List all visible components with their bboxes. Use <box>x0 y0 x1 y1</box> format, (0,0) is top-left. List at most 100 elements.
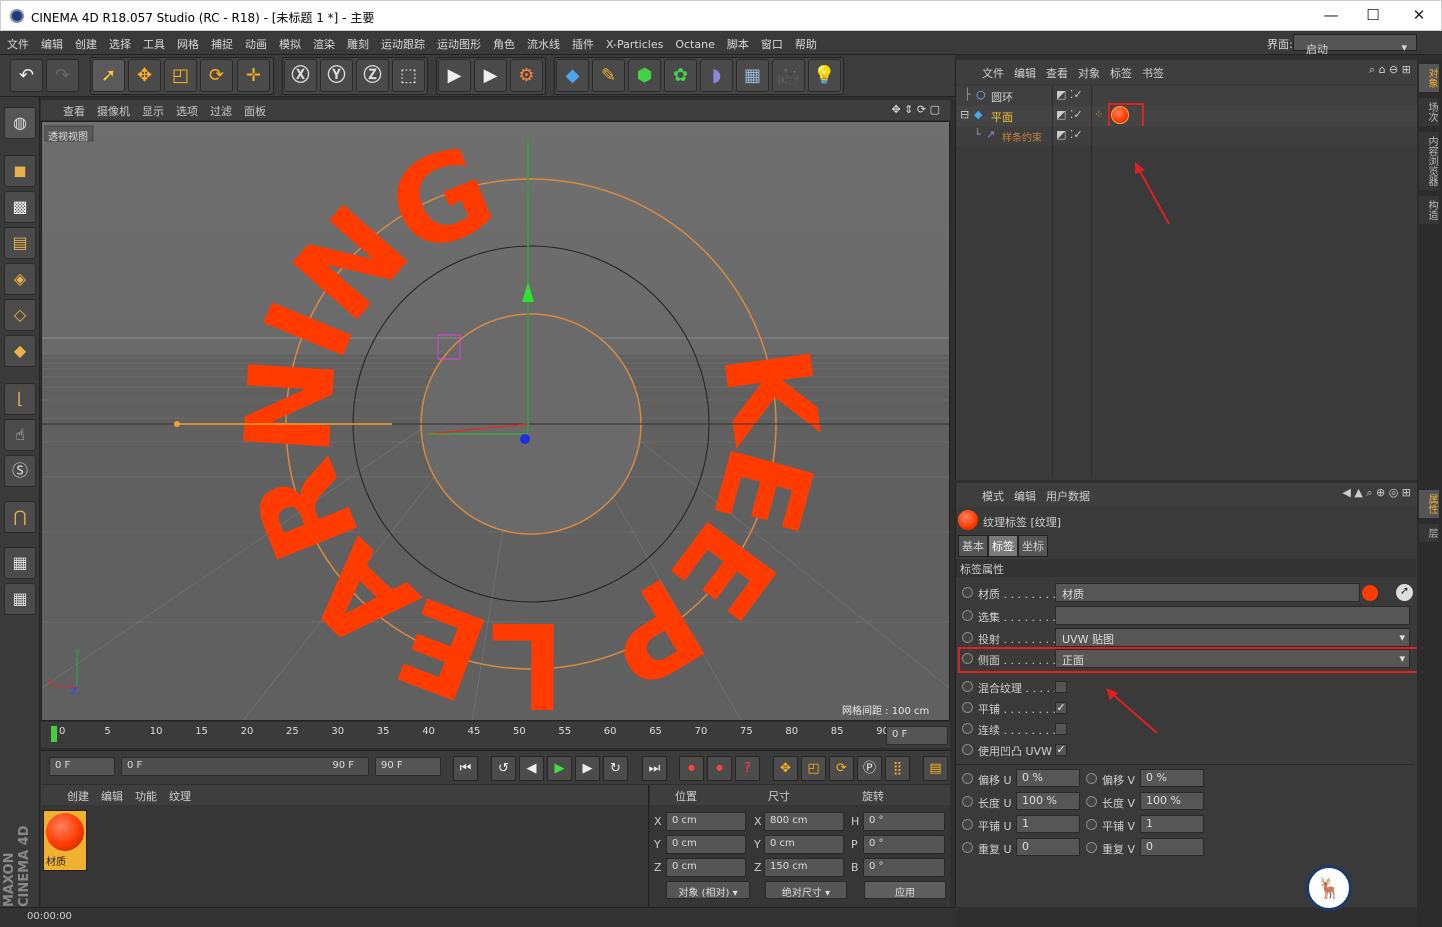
anim-dot[interactable] <box>962 796 973 807</box>
menu-octane[interactable]: Octane <box>668 33 720 51</box>
live-select-button[interactable]: ✛ <box>237 59 270 92</box>
tab-basic[interactable]: 基本 <box>958 535 988 557</box>
menu-mograph[interactable]: 运动图形 <box>430 31 486 52</box>
camera-object-button[interactable]: 🎥 <box>772 59 805 92</box>
menu-tools[interactable]: 工具 <box>136 31 170 52</box>
menu-xparticles[interactable]: X-Particles <box>599 33 668 51</box>
cube-object-button[interactable]: ◆ <box>556 59 589 92</box>
menu-create[interactable]: 创建 <box>68 31 102 52</box>
coord-pos-field[interactable]: 0 cm <box>666 858 746 877</box>
anim-dot[interactable] <box>962 842 973 853</box>
start-frame-field[interactable]: 0 F <box>49 757 115 776</box>
menu-script[interactable]: 脚本 <box>720 31 754 52</box>
anim-dot[interactable] <box>962 744 973 755</box>
obj-menu-edit[interactable]: 编辑 <box>1014 67 1046 80</box>
coord-rot-field[interactable]: 0 ° <box>863 812 945 831</box>
anim-dot[interactable] <box>962 819 973 830</box>
repeat-v-field[interactable]: 0 <box>1140 838 1204 856</box>
menu-plugins[interactable]: 插件 <box>565 31 599 52</box>
obj-menu-file[interactable]: 文件 <box>982 67 1014 80</box>
timeline-window-button[interactable]: ▤ <box>923 756 948 781</box>
tab-coordinates[interactable]: 坐标 <box>1018 535 1048 557</box>
maximize-button[interactable]: ☐ <box>1358 6 1388 26</box>
key-position-button[interactable]: ✥ <box>773 756 798 781</box>
attr-menu-mode[interactable]: 模式 <box>982 490 1014 503</box>
coord-pos-field[interactable]: 0 cm <box>666 812 746 831</box>
material-swatch[interactable]: 材质 <box>43 810 87 871</box>
prev-key-button[interactable]: ↺ <box>491 756 516 781</box>
cloner-button[interactable]: ✿ <box>664 59 697 92</box>
anim-dot[interactable] <box>962 610 973 621</box>
anim-dot[interactable] <box>1086 773 1097 784</box>
keyframe-selection-button[interactable]: ? <box>735 756 760 781</box>
record-keys-button[interactable]: ⏺ <box>679 756 704 781</box>
texture-mode-button[interactable]: ▩ <box>4 191 36 223</box>
mix-checkbox[interactable] <box>1055 681 1067 693</box>
viewport-nav-icons[interactable]: ✥ ⇕ ⟳ ▢ <box>885 100 946 119</box>
auto-key-button[interactable]: ⏺ <box>707 756 732 781</box>
timeline-ruler[interactable]: 0 5 10 15 20 25 30 35 40 45 50 55 60 65 70 75 80 85 90 0 F <box>41 722 950 748</box>
length-v-field[interactable]: 100 % <box>1140 792 1204 810</box>
anim-dot[interactable] <box>1086 819 1097 830</box>
tab-tag[interactable]: 标签 <box>988 535 1018 557</box>
object-search-icons[interactable]: ⌕ ⌂ ⊖ ⊞ <box>1369 63 1411 77</box>
grid-snap-button[interactable]: ▦ <box>4 583 36 615</box>
tweak-mode-button[interactable]: ☝ <box>4 419 36 451</box>
vp-menu-view[interactable]: 查看 <box>41 100 91 122</box>
tab-structure[interactable]: 构造 <box>1419 196 1439 224</box>
menu-sculpt[interactable]: 雕刻 <box>340 31 374 52</box>
viewport-perspective[interactable]: KEEP LEARNING 透视视图 Y X Z 网格间距 : 100 cm <box>41 121 950 721</box>
coord-rot-field[interactable]: 0 ° <box>863 835 945 854</box>
menu-motion-tracker[interactable]: 运动跟踪 <box>374 31 430 52</box>
tab-attributes[interactable]: 属性 <box>1419 490 1439 518</box>
vp-menu-options[interactable]: 选项 <box>170 100 204 122</box>
tab-objects[interactable]: 对象 <box>1419 64 1439 92</box>
attr-menu-edit[interactable]: 编辑 <box>1014 490 1046 503</box>
y-axis-lock-button[interactable]: Ⓨ <box>320 59 353 92</box>
coord-pos-field[interactable]: 0 cm <box>666 835 746 854</box>
edges-mode-button[interactable]: ◇ <box>4 299 36 331</box>
next-frame-button[interactable]: ▶ <box>575 756 600 781</box>
menu-character[interactable]: 角色 <box>486 31 520 52</box>
deformer-button[interactable]: ◗ <box>700 59 733 92</box>
offset-v-field[interactable]: 0 % <box>1140 769 1204 787</box>
menu-file[interactable]: 文件 <box>0 31 34 52</box>
projection-select[interactable]: UVW 贴图 ▾ <box>1055 628 1410 647</box>
redo-button[interactable]: ↷ <box>46 59 79 92</box>
repeat-u-field[interactable]: 0 <box>1016 838 1080 856</box>
key-pla-button[interactable]: ⣿ <box>885 756 910 781</box>
anim-dot[interactable] <box>962 702 973 713</box>
select-arrow-button[interactable]: ➚ <box>92 59 125 92</box>
size-mode-select[interactable]: 绝对尺寸 ▾ <box>765 881 847 899</box>
menu-render[interactable]: 渲染 <box>306 31 340 52</box>
key-parameter-button[interactable]: Ⓟ <box>857 756 882 781</box>
coord-mode-select[interactable]: 对象 (相对) ▾ <box>666 881 750 899</box>
subdivision-surface-button[interactable]: ⬢ <box>628 59 661 92</box>
coord-size-field[interactable]: 800 cm <box>764 812 844 831</box>
attr-nav-icons[interactable]: ◀ ▲ ⌕ ⊕ ◎ ⊞ <box>1342 486 1411 500</box>
mat-menu-texture[interactable]: 纹理 <box>169 790 191 803</box>
pen-spline-button[interactable]: ✎ <box>592 59 625 92</box>
layout-select[interactable]: 启动 ▾ <box>1293 34 1417 56</box>
anim-dot[interactable] <box>962 723 973 734</box>
tab-takes[interactable]: 场次 <box>1419 98 1439 126</box>
tab-layers[interactable]: 层 <box>1419 524 1439 542</box>
object-row-plane[interactable]: ⊟ ◆ 平面 ⁘ <box>956 103 1418 135</box>
undo-button[interactable]: ↶ <box>10 59 43 92</box>
visibility-icons-plane[interactable]: ◩ ⁚✓ <box>1056 108 1083 121</box>
offset-u-field[interactable]: 0 % <box>1016 769 1080 787</box>
obj-menu-view[interactable]: 查看 <box>1046 67 1078 80</box>
vp-menu-panel[interactable]: 面板 <box>238 100 272 122</box>
minimize-button[interactable]: — <box>1316 6 1346 26</box>
mat-menu-create[interactable]: 创建 <box>67 790 101 803</box>
menu-simulate[interactable]: 模拟 <box>272 31 306 52</box>
anim-dot[interactable] <box>962 773 973 784</box>
coord-size-field[interactable]: 0 cm <box>764 835 844 854</box>
move-tool-button[interactable]: ✥ <box>128 59 161 92</box>
tiles-u-field[interactable]: 1 <box>1016 815 1080 833</box>
anim-dot[interactable] <box>962 587 973 598</box>
frame-range-slider[interactable]: 0 F 90 F <box>121 757 369 776</box>
mat-menu-function[interactable]: 功能 <box>135 790 169 803</box>
menu-help[interactable]: 帮助 <box>788 31 822 52</box>
light-object-button[interactable]: 💡 <box>808 59 841 92</box>
